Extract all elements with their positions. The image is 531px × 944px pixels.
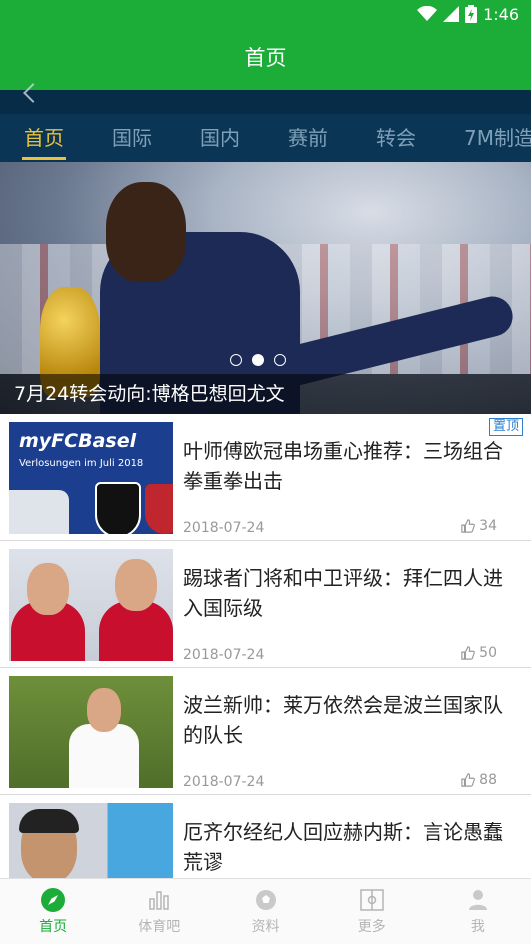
hero-player-head xyxy=(106,182,186,282)
news-likes[interactable]: 88 xyxy=(461,772,497,788)
tab-home[interactable]: 首页 xyxy=(0,114,88,162)
tab-transfer[interactable]: 转会 xyxy=(352,114,440,162)
news-item[interactable]: myFCBasel Verlosungen im Juli 2018 置顶 叶师… xyxy=(0,414,531,541)
hero-caption[interactable]: 7月24转会动向:博格巴想回尤文 xyxy=(0,374,531,414)
thumbnail-subtext: Verlosungen im Juli 2018 xyxy=(19,458,144,469)
nav-me[interactable]: 我 xyxy=(425,879,531,944)
carousel-dots xyxy=(230,354,286,366)
nav-data[interactable]: 资料 xyxy=(212,879,318,944)
news-headline: 叶师傅欧冠串场重心推荐：三场组合拳重拳出击 xyxy=(183,439,503,493)
news-likes[interactable]: 34 xyxy=(461,518,497,534)
news-list: myFCBasel Verlosungen im Juli 2018 置顶 叶师… xyxy=(0,414,531,922)
thumbs-up-icon xyxy=(461,519,476,533)
tab-7m-made[interactable]: 7M制造 xyxy=(440,114,531,162)
page-title: 首页 xyxy=(244,46,287,70)
pinned-badge: 置顶 xyxy=(488,418,523,436)
news-item[interactable]: 波兰新帅：莱万依然会是波兰国家队的队长 2018-07-24 88 xyxy=(0,668,531,795)
nav-label: 资料 xyxy=(251,919,280,935)
carousel-dot[interactable] xyxy=(274,354,286,366)
news-thumbnail xyxy=(9,676,173,788)
carousel-dot[interactable] xyxy=(230,354,242,366)
thumbnail-player-head xyxy=(27,563,69,615)
tab-international[interactable]: 国际 xyxy=(88,114,176,162)
carousel-dot-active[interactable] xyxy=(252,354,264,366)
tab-domestic[interactable]: 国内 xyxy=(176,114,264,162)
status-time: 1:46 xyxy=(483,4,519,24)
thumbnail-shirt xyxy=(9,490,69,534)
thumbs-up-icon xyxy=(461,773,476,787)
thumbnail-player xyxy=(69,724,139,788)
news-likes[interactable]: 50 xyxy=(461,645,497,661)
nav-label: 更多 xyxy=(357,919,386,935)
nav-label: 首页 xyxy=(39,919,68,935)
news-date: 2018-07-24 xyxy=(183,520,265,536)
news-thumbnail xyxy=(9,549,173,661)
nav-more[interactable]: 更多 xyxy=(319,879,425,944)
news-item[interactable]: 踢球者门将和中卫评级：拜仁四人进入国际级 2018-07-24 50 xyxy=(0,541,531,668)
news-thumbnail: myFCBasel Verlosungen im Juli 2018 xyxy=(9,422,173,534)
tab-preview[interactable]: 赛前 xyxy=(264,114,352,162)
soccer-ball-icon xyxy=(253,887,279,913)
bar-chart-icon xyxy=(146,887,172,913)
thumbnail-player-head xyxy=(87,688,121,732)
battery-icon xyxy=(465,5,478,23)
nav-label: 我 xyxy=(470,919,485,935)
field-icon xyxy=(359,887,385,913)
news-headline: 踢球者门将和中卫评级：拜仁四人进入国际级 xyxy=(183,566,503,620)
hero-banner[interactable]: 7月24转会动向:博格巴想回尤文 xyxy=(0,162,531,414)
thumbnail-player-head xyxy=(115,559,157,611)
like-count: 34 xyxy=(479,518,497,534)
news-date: 2018-07-24 xyxy=(183,774,265,790)
nav-label: 体育吧 xyxy=(138,919,181,935)
user-icon xyxy=(465,887,491,913)
like-count: 50 xyxy=(479,645,497,661)
thumbs-up-icon xyxy=(461,646,476,660)
news-headline: 波兰新帅：莱万依然会是波兰国家队的队长 xyxy=(183,693,503,747)
news-date: 2018-07-24 xyxy=(183,647,265,663)
category-tabs: 首页 国际 国内 赛前 转会 7M制造 xyxy=(0,114,531,162)
status-bar: 1:46 xyxy=(417,4,519,24)
news-headline: 厄齐尔经纪人回应赫内斯：言论愚蠢荒谬 xyxy=(183,820,503,874)
signal-icon xyxy=(443,6,460,22)
like-count: 88 xyxy=(479,772,497,788)
thumbnail-player-hair xyxy=(19,809,79,833)
wifi-icon xyxy=(417,6,438,21)
nav-home[interactable]: 首页 xyxy=(0,879,106,944)
thumbnail-logo-text: myFCBasel xyxy=(19,430,137,452)
app-bar: 1:46 首页 xyxy=(0,0,531,90)
thumbnail-club-badge-2 xyxy=(145,484,173,534)
thumbnail-club-badge xyxy=(95,482,141,534)
nav-sports-bar[interactable]: 体育吧 xyxy=(106,879,212,944)
compass-icon xyxy=(40,887,66,913)
sub-header-strip xyxy=(0,83,531,114)
bottom-nav: 首页 体育吧 资料 更多 我 xyxy=(0,878,531,944)
